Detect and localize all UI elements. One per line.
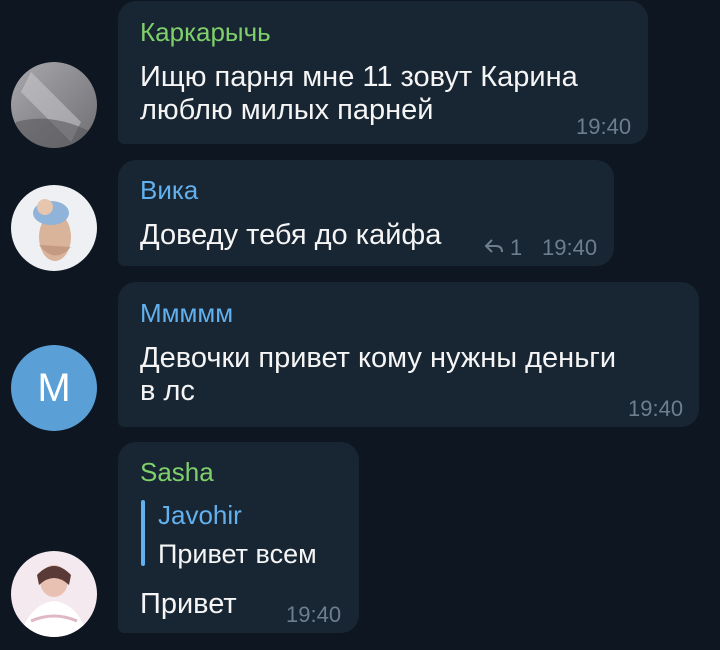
avatar[interactable]: [11, 185, 97, 271]
message-text: Ищю парня мне 11 зовут Карина люблю милы…: [140, 61, 578, 126]
avatar-letter: М: [37, 365, 71, 410]
message-bubble[interactable]: Каркарычь Ищю парня мне 11 зовут Карина …: [118, 1, 648, 144]
message-text: Доведу тебя до кайфа: [140, 219, 442, 251]
message-text: Девочки привет кому нужны деньги в лс: [140, 342, 617, 407]
avatar[interactable]: [11, 62, 97, 148]
message-time: 19:40: [628, 396, 684, 421]
avatar[interactable]: М: [11, 345, 97, 431]
quoted-text[interactable]: Привет всем: [158, 539, 317, 570]
message-bubble[interactable]: Ммммм Девочки привет кому нужны деньги в…: [118, 282, 699, 427]
sender-name[interactable]: Каркарычь: [140, 17, 271, 47]
quoted-author[interactable]: Javohir: [158, 500, 242, 531]
avatar[interactable]: [11, 551, 97, 637]
message-time: 19:40: [286, 602, 342, 627]
reply-quote-bar: [141, 500, 145, 566]
message-time: 19:40: [542, 235, 598, 260]
reply-count[interactable]: 1: [510, 235, 522, 261]
sender-name[interactable]: Ммммм: [140, 298, 233, 328]
message-text: Привет: [140, 588, 237, 620]
message-bubble[interactable]: Sasha Javohir Привет всем Привет 19:40: [118, 442, 359, 633]
message-bubble[interactable]: Вика Доведу тебя до кайфа 1 19:40: [118, 160, 614, 266]
message-time: 19:40: [576, 114, 632, 139]
sender-name[interactable]: Вика: [140, 175, 198, 205]
reply-icon[interactable]: [484, 238, 504, 254]
sender-name[interactable]: Sasha: [140, 457, 214, 487]
